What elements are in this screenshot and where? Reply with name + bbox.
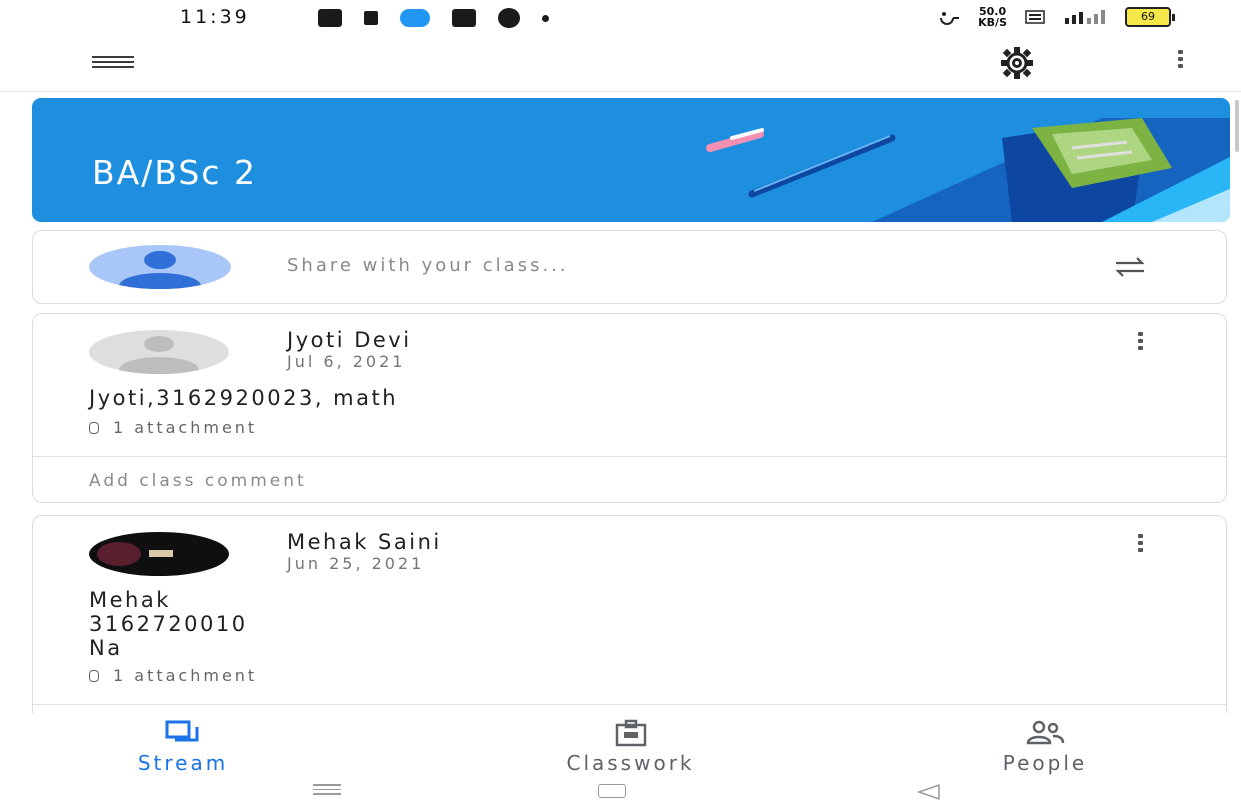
class-banner[interactable]: BA/BSc 2 (32, 98, 1230, 222)
user-avatar (89, 245, 231, 289)
post-text-line: Mehak (89, 588, 171, 612)
network-speed-unit: KB/S (978, 16, 1007, 29)
post-author: Mehak Saini (287, 530, 442, 554)
network-speed: 50.0 KB/S (978, 6, 1007, 28)
app-notification-icon (498, 8, 520, 28)
status-bar: 11:39 50.0 KB/S 69 (0, 0, 1241, 38)
gallery-icon (452, 9, 476, 27)
share-input[interactable]: Share with your class... (287, 255, 569, 276)
repost-icon[interactable] (1113, 253, 1147, 281)
nav-people[interactable]: People (960, 713, 1130, 775)
post-date: Jun 25, 2021 (287, 554, 425, 573)
more-notifications-icon (542, 14, 549, 22)
attachment-icon (89, 422, 99, 434)
post-more-icon[interactable] (1133, 534, 1147, 558)
recent-apps-icon[interactable] (313, 784, 341, 798)
post-author: Jyoti Devi (287, 328, 412, 352)
app-bar (0, 38, 1241, 92)
post-card[interactable]: Jyoti Devi Jul 6, 2021 Jyoti,3162920023,… (32, 313, 1227, 503)
attachment-link[interactable]: 1 attachment (89, 666, 257, 685)
post-card[interactable]: Mehak Saini Jun 25, 2021 Mehak 316272001… (32, 515, 1227, 735)
home-icon[interactable] (598, 784, 626, 798)
signal-icon (1065, 10, 1105, 24)
bottom-navigation: Stream Classwork People (0, 713, 1241, 775)
divider (33, 704, 1226, 705)
post-text-line: 3162720010 (89, 612, 248, 636)
author-avatar (89, 330, 229, 374)
add-comment-input[interactable]: Add class comment (89, 471, 307, 491)
message-icon (318, 9, 342, 27)
class-title: BA/BSc 2 (92, 153, 257, 192)
stream-icon (165, 720, 199, 742)
battery-icon: 69 (1125, 7, 1175, 27)
nav-stream[interactable]: Stream (118, 713, 248, 775)
telegram-icon (400, 9, 430, 27)
back-icon[interactable] (915, 783, 941, 801)
menu-icon[interactable] (92, 56, 134, 70)
alarm-icon (940, 12, 960, 25)
classwork-icon (615, 719, 646, 747)
nav-stream-label: Stream (137, 751, 229, 775)
more-vert-icon[interactable] (1172, 50, 1188, 78)
nav-classwork-label: Classwork (566, 751, 695, 775)
scrollbar[interactable] (1235, 100, 1239, 152)
attachment-link[interactable]: 1 attachment (89, 418, 257, 437)
nav-classwork[interactable]: Classwork (498, 713, 763, 775)
post-more-icon[interactable] (1133, 332, 1147, 356)
banner-illustration (706, 118, 1230, 222)
divider (33, 456, 1226, 457)
post-text: Jyoti,3162920023, math (89, 386, 399, 410)
attachment-icon (89, 670, 99, 682)
attachment-count: 1 attachment (113, 666, 258, 685)
volte-icon (1025, 10, 1045, 24)
notification-icons (318, 8, 549, 28)
system-status-icons: 50.0 KB/S 69 (938, 6, 1175, 28)
post-date: Jul 6, 2021 (287, 352, 406, 371)
nav-people-label: People (1002, 751, 1088, 775)
attachment-count: 1 attachment (113, 418, 258, 437)
gear-icon[interactable] (998, 44, 1036, 82)
lock-icon (364, 11, 378, 25)
share-card[interactable]: Share with your class... (32, 230, 1227, 304)
post-text-line: Na (89, 636, 123, 660)
system-navigation (0, 778, 1241, 808)
people-icon (1026, 720, 1065, 745)
author-avatar (89, 532, 229, 576)
status-time: 11:39 (180, 6, 250, 28)
